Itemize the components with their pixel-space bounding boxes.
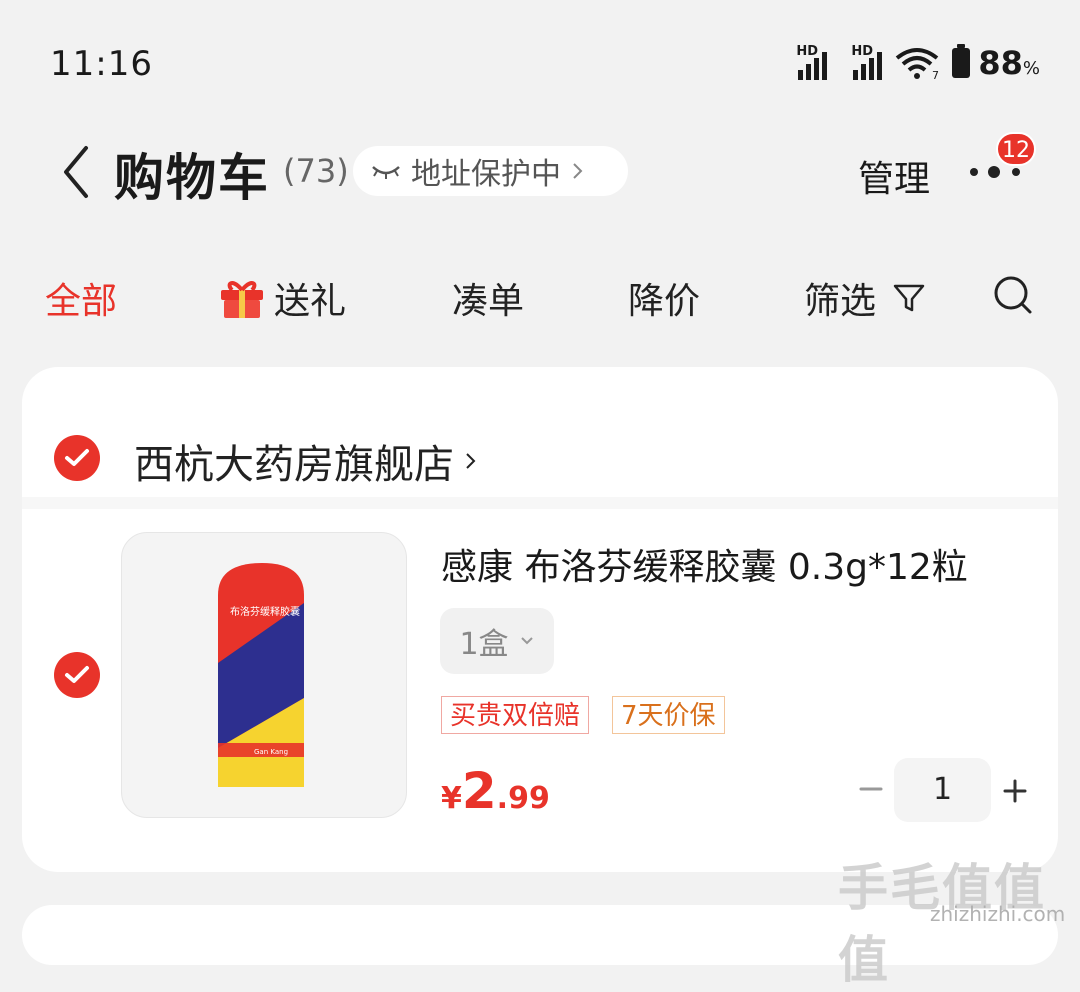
quantity-input[interactable]: 1 [894, 758, 991, 822]
battery-indicator: 88% [952, 44, 1040, 82]
product-title[interactable]: 感康 布洛芬缓释胶囊 0.3g*12粒 [441, 538, 968, 590]
decrease-quantity-button[interactable] [858, 774, 884, 804]
status-time: 11:16 [50, 44, 153, 84]
wifi-icon: 7 [896, 48, 939, 80]
product-image[interactable]: 布洛芬缓释胶囊 Gan Kang [121, 532, 407, 818]
check-icon [65, 666, 89, 683]
status-icons: HD HD 7 88% [796, 44, 1040, 82]
chevron-right-icon [573, 163, 583, 179]
address-protect-label: 地址保护中 [411, 157, 561, 192]
gift-icon [221, 281, 263, 318]
watermark-url: zhizhizhi.com [930, 902, 1066, 926]
chevron-down-icon [520, 637, 533, 645]
divider [22, 497, 1058, 509]
page-title: 购物车 [114, 149, 270, 207]
chevron-right-icon [466, 453, 476, 469]
medicine-package-image: 布洛芬缓释胶囊 Gan Kang [218, 563, 304, 787]
svg-text:布洛芬缓释胶囊: 布洛芬缓释胶囊 [230, 605, 300, 618]
back-icon[interactable] [56, 142, 96, 202]
tab-price-drop[interactable]: 降价 [628, 272, 700, 324]
signal-icon-2: HD [851, 44, 883, 80]
price-protect-tag: 7天价保 [612, 696, 725, 734]
address-protect-button[interactable]: 地址保护中 [353, 146, 628, 196]
double-compensation-tag: 买贵双倍赔 [441, 696, 590, 734]
tab-gift[interactable]: 送礼 [218, 272, 346, 324]
notification-badge: 12 [996, 132, 1036, 166]
eye-closed-icon [372, 166, 400, 179]
svg-text:7: 7 [932, 69, 939, 80]
svg-text:Gan Kang: Gan Kang [254, 748, 288, 756]
tab-filter[interactable]: 筛选 [804, 272, 926, 324]
search-icon[interactable] [992, 274, 1036, 318]
battery-icon [952, 44, 971, 78]
tab-bundle[interactable]: 凑单 [452, 272, 524, 324]
spec-selector[interactable]: 1盒 [440, 608, 554, 674]
cart-count: (73) [283, 152, 349, 190]
store-name: 西杭大药房旗舰店 [134, 442, 454, 488]
tab-all[interactable]: 全部 [45, 272, 117, 324]
signal-icon: HD [796, 44, 828, 80]
check-icon [65, 449, 89, 466]
product-checkbox[interactable] [54, 652, 100, 698]
filter-icon [893, 284, 925, 312]
manage-button[interactable]: 管理 [858, 150, 930, 202]
store-link[interactable]: 西杭大药房旗舰店 [134, 432, 478, 490]
product-price: ¥ 2 .99 [441, 762, 550, 820]
increase-quantity-button[interactable] [1002, 776, 1028, 806]
store-checkbox[interactable] [54, 435, 100, 481]
